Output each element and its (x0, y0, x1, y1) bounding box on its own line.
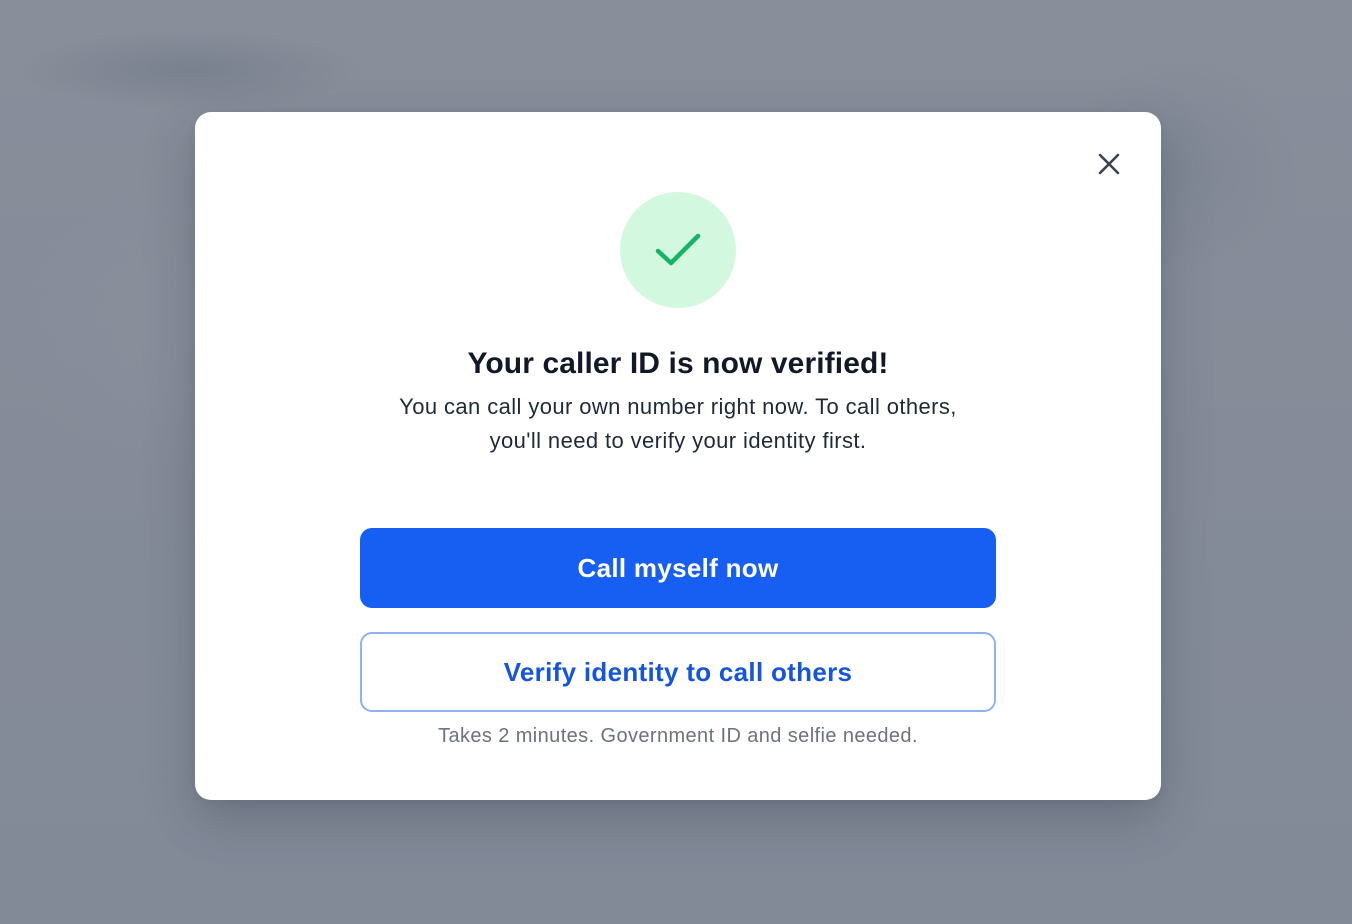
verification-hint: Takes 2 minutes. Government ID and selfi… (438, 725, 918, 747)
success-badge (620, 192, 736, 308)
call-myself-now-button[interactable]: Call myself now (360, 528, 996, 608)
close-button[interactable] (1093, 148, 1125, 180)
dialog-description: You can call your own number right now. … (399, 394, 957, 453)
call-myself-now-label: Call myself now (577, 552, 779, 583)
verification-success-dialog: Your caller ID is now verified! You can … (195, 112, 1161, 800)
checkmark-icon (655, 233, 701, 266)
close-icon (1098, 153, 1120, 175)
verify-identity-label: Verify identity to call others (503, 656, 853, 687)
verify-identity-button[interactable]: Verify identity to call others (360, 632, 996, 712)
dialog-title: Your caller ID is now verified! (467, 347, 889, 380)
